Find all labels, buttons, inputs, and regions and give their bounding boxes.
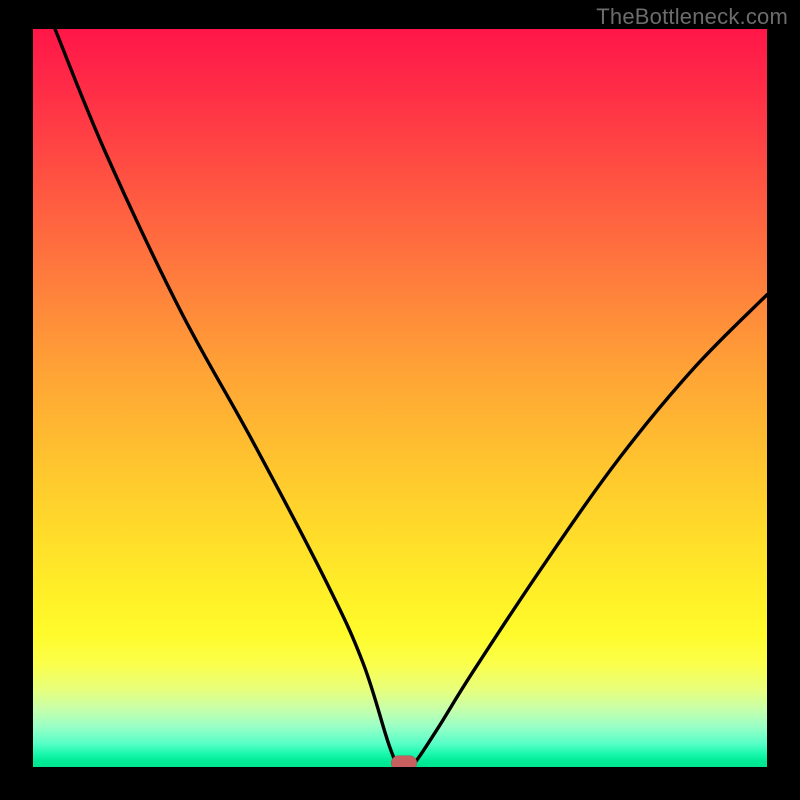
watermark-text: TheBottleneck.com [596, 4, 788, 30]
chart-frame: TheBottleneck.com [0, 0, 800, 800]
optimal-point-marker [391, 756, 417, 768]
plot-area [33, 29, 767, 767]
bottleneck-curve [33, 29, 767, 767]
